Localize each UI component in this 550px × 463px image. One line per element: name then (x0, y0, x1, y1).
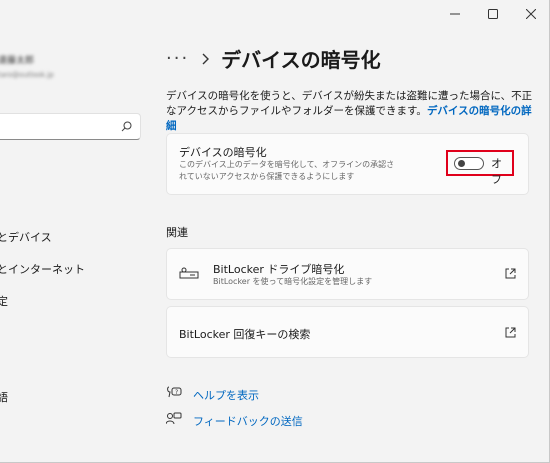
search-icon (121, 121, 132, 132)
toggle-knob (458, 160, 465, 167)
toggle-highlight: オフ (446, 150, 514, 186)
help-icon: ? (167, 386, 182, 398)
external-link-icon (505, 327, 516, 338)
page-title: デバイスの暗号化 (221, 48, 381, 72)
device-encryption-toggle[interactable] (454, 157, 484, 170)
related-section-title: 関連 (166, 226, 188, 239)
card-subtitle: このデバイス上のデータを暗号化して、オフラインの承認されていないアクセスから保護… (179, 160, 395, 181)
bitlocker-recovery-key-card[interactable]: BitLocker 回復キーの検索 (166, 306, 529, 358)
title-bar (0, 0, 550, 28)
card-title: デバイスの暗号化 (179, 146, 267, 159)
external-link-icon (505, 268, 516, 279)
sidebar-item-devices[interactable]: とデバイス (0, 229, 52, 245)
search-input[interactable] (0, 113, 141, 140)
chevron-right-icon (202, 53, 210, 64)
maximize-icon (488, 9, 498, 19)
close-button[interactable] (514, 0, 548, 28)
card-subtitle: BitLocker を使って暗号化設定を管理します (213, 277, 373, 286)
device-encryption-card: デバイスの暗号化 このデバイス上のデータを暗号化して、オフラインの承認されていな… (166, 133, 529, 195)
card-title: BitLocker 回復キーの検索 (179, 328, 311, 341)
feedback-icon (166, 412, 182, 425)
sidebar-item-personalization[interactable]: 定 (0, 293, 8, 309)
maximize-button[interactable] (476, 0, 510, 28)
bitlocker-drive-encryption-card[interactable]: BitLocker ドライブ暗号化 BitLocker を使って暗号化設定を管理… (166, 248, 529, 300)
breadcrumb-more-button[interactable]: ··· (166, 48, 189, 69)
minimize-icon (450, 13, 460, 15)
sidebar-item-language[interactable]: 語 (0, 389, 8, 405)
get-help-link[interactable]: ヘルプを表示 (193, 387, 259, 403)
page-description: デバイスの暗号化を使うと、デバイスが紛失または盗難に遭った場合に、不正なアクセス… (166, 89, 536, 134)
toggle-state-label: オフ (491, 157, 502, 186)
minimize-button[interactable] (438, 0, 472, 28)
card-title: BitLocker ドライブ暗号化 (213, 263, 345, 276)
sidebar-item-network[interactable]: とインターネット (0, 261, 85, 277)
give-feedback-link[interactable]: フィードバックの送信 (193, 413, 303, 429)
svg-text:?: ? (175, 389, 178, 396)
bitlocker-key-icon (179, 267, 199, 279)
user-name: 遠藤太郎 (0, 56, 35, 66)
breadcrumb: ··· デバイスの暗号化 (166, 44, 381, 73)
close-icon (526, 9, 536, 19)
user-email: taro@outlook.jp (0, 71, 54, 79)
